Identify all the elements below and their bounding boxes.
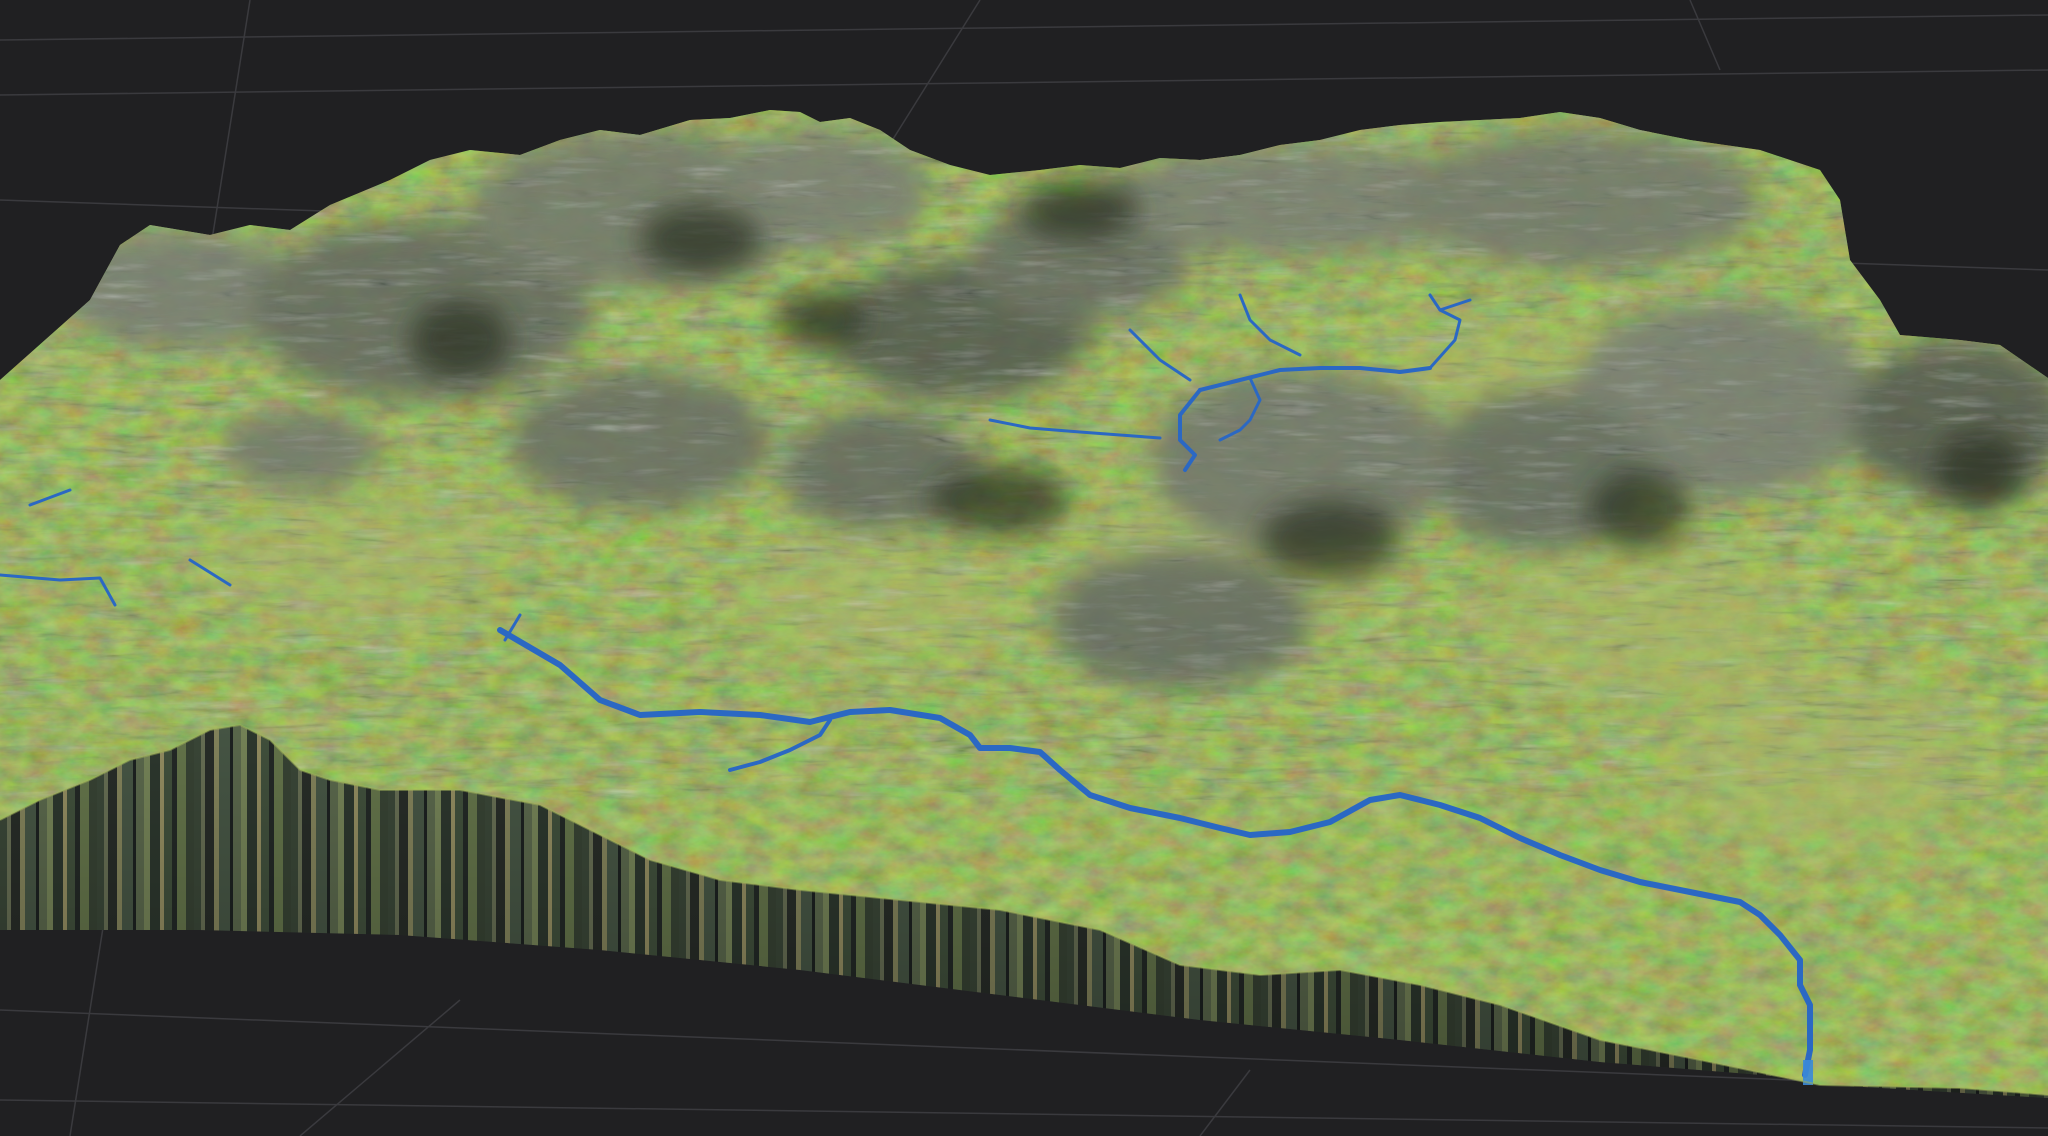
terrain-viewport[interactable]: [0, 0, 2048, 1136]
terrain-render[interactable]: [0, 0, 2048, 1136]
